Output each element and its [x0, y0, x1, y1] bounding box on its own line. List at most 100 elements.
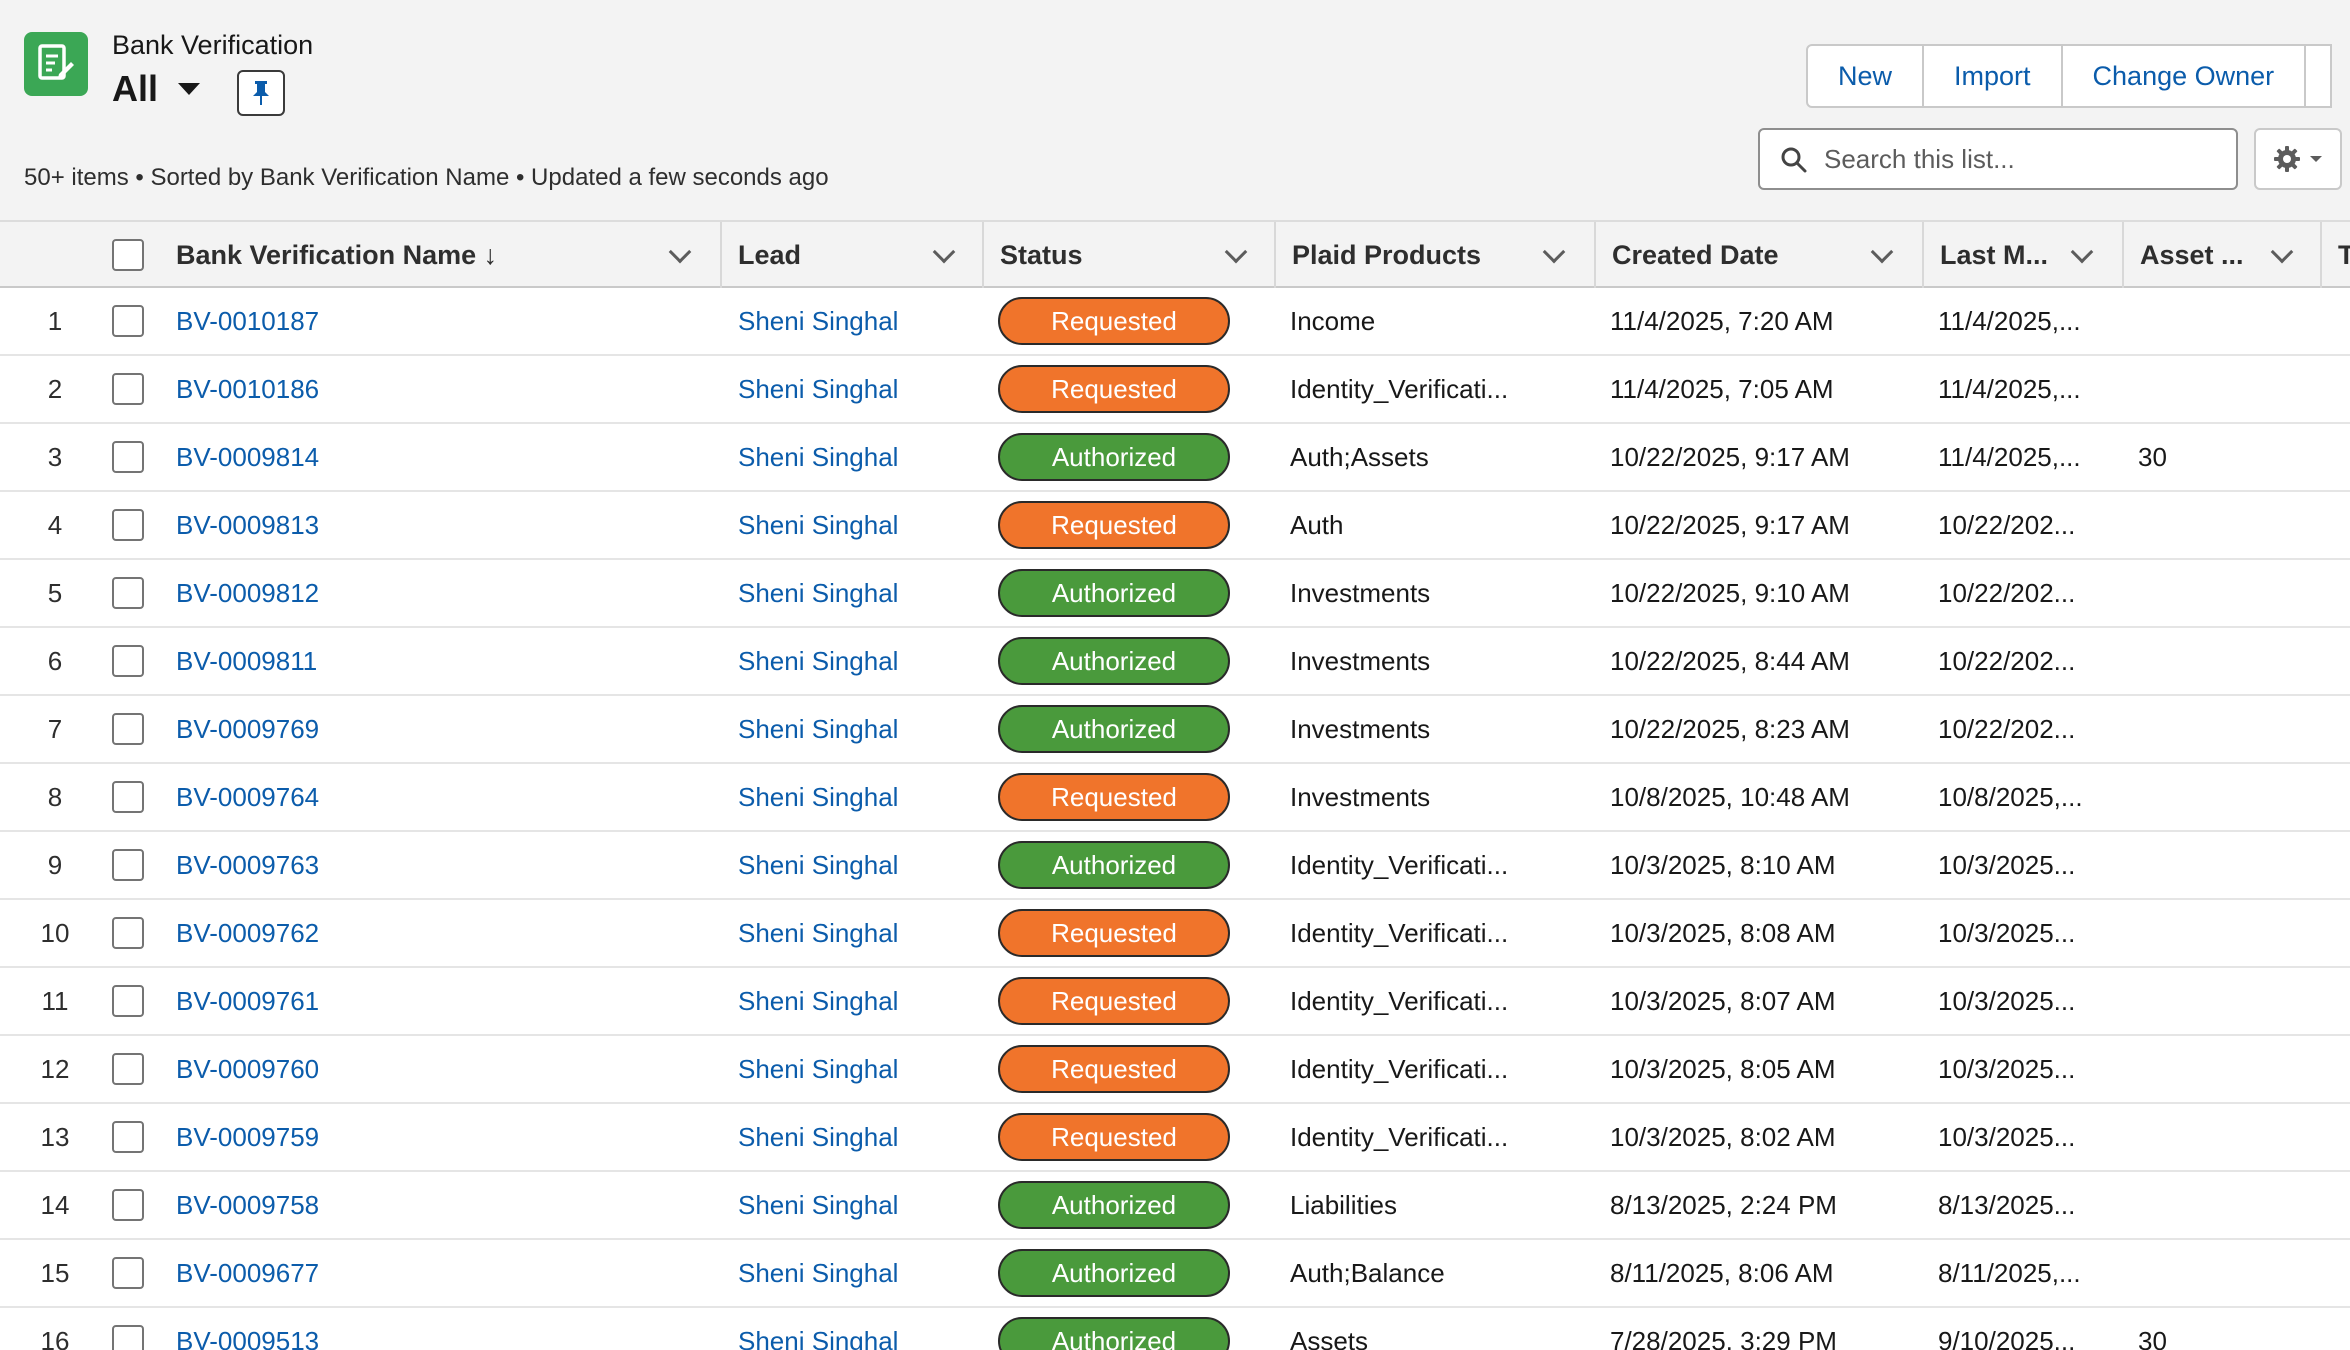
last-modified-cell: 10/3/2025...	[1938, 1121, 2076, 1152]
more-actions-button[interactable]	[2304, 44, 2333, 108]
row-checkbox[interactable]	[112, 577, 144, 609]
status-badge: Requested	[998, 501, 1230, 549]
status-badge: Authorized	[998, 433, 1230, 481]
row-checkbox[interactable]	[112, 1121, 144, 1153]
last-modified-cell: 10/8/2025,...	[1938, 781, 2083, 812]
row-checkbox[interactable]	[112, 985, 144, 1017]
lead-link[interactable]: Sheni Singhal	[738, 424, 978, 490]
row-select-cell	[112, 968, 144, 1034]
column-header-asset[interactable]: Asset ...	[2122, 222, 2320, 288]
list-view-selector[interactable]: All	[112, 68, 201, 110]
chevron-down-icon[interactable]	[1542, 240, 1566, 264]
select-all-checkbox[interactable]	[112, 239, 144, 271]
select-all-cell	[112, 238, 144, 272]
column-header-created-date[interactable]: Created Date	[1594, 222, 1922, 288]
row-checkbox[interactable]	[112, 1325, 144, 1350]
status-cell: Requested	[998, 356, 1258, 422]
pin-icon	[253, 81, 269, 105]
table-row: 11 BV-0009761 Sheni Singhal Requested Identi…	[0, 968, 2350, 1036]
last-modified-cell: 10/22/202...	[1938, 713, 2076, 744]
record-name-link[interactable]: BV-0010186	[176, 356, 716, 422]
lead-link[interactable]: Sheni Singhal	[738, 1308, 978, 1350]
row-checkbox[interactable]	[112, 781, 144, 813]
record-name-link[interactable]: BV-0009513	[176, 1308, 716, 1350]
record-name-link[interactable]: BV-0009814	[176, 424, 716, 490]
row-number: 10	[40, 917, 70, 948]
lead-link[interactable]: Sheni Singhal	[738, 696, 978, 762]
import-button[interactable]: Import	[1922, 44, 2063, 108]
status-badge: Requested	[998, 1113, 1230, 1161]
lead-link[interactable]: Sheni Singhal	[738, 288, 978, 354]
lead-link[interactable]: Sheni Singhal	[738, 968, 978, 1034]
row-checkbox[interactable]	[112, 441, 144, 473]
column-header-name[interactable]: Bank Verification Name ↓	[160, 222, 720, 288]
row-checkbox[interactable]	[112, 713, 144, 745]
lead-link[interactable]: Sheni Singhal	[738, 1172, 978, 1238]
chevron-down-icon[interactable]	[1224, 240, 1248, 264]
created-date-cell: 10/22/2025, 9:17 AM	[1610, 509, 1850, 540]
row-checkbox[interactable]	[112, 373, 144, 405]
record-name-link[interactable]: BV-0009677	[176, 1240, 716, 1306]
row-select-cell	[112, 900, 144, 966]
row-number: 16	[40, 1325, 70, 1350]
last-modified-cell: 10/3/2025...	[1938, 1053, 2076, 1084]
chevron-down-icon[interactable]	[2070, 240, 2094, 264]
record-name-link[interactable]: BV-0009763	[176, 832, 716, 898]
row-number: 2	[47, 373, 63, 404]
pin-list-view-button[interactable]	[237, 70, 285, 116]
row-checkbox[interactable]	[112, 849, 144, 881]
record-name-link[interactable]: BV-0009811	[176, 628, 716, 694]
lead-link[interactable]: Sheni Singhal	[738, 900, 978, 966]
action-button-group: New Import Change Owner	[1806, 44, 2333, 108]
row-checkbox[interactable]	[112, 1053, 144, 1085]
status-cell: Requested	[998, 492, 1258, 558]
column-header-extra[interactable]: T	[2320, 222, 2350, 288]
record-name-link[interactable]: BV-0009758	[176, 1172, 716, 1238]
asset-cell	[2138, 1172, 2318, 1238]
plaid-products-cell: Identity_Verificati...	[1290, 917, 1509, 948]
chevron-down-icon[interactable]	[932, 240, 956, 264]
row-number: 13	[40, 1121, 70, 1152]
lead-link[interactable]: Sheni Singhal	[738, 1240, 978, 1306]
chevron-down-icon[interactable]	[2270, 240, 2294, 264]
list-view-controls-button[interactable]	[2254, 128, 2342, 190]
column-header-lead[interactable]: Lead	[720, 222, 982, 288]
lead-link[interactable]: Sheni Singhal	[738, 832, 978, 898]
lead-link[interactable]: Sheni Singhal	[738, 764, 978, 830]
row-checkbox[interactable]	[112, 1257, 144, 1289]
table-row: 16 BV-0009513 Sheni Singhal Authorized Asset…	[0, 1308, 2350, 1350]
row-checkbox[interactable]	[112, 1189, 144, 1221]
record-name-link[interactable]: BV-0009813	[176, 492, 716, 558]
chevron-down-icon[interactable]	[1870, 240, 1894, 264]
column-header-plaid-products[interactable]: Plaid Products	[1274, 222, 1594, 288]
row-checkbox[interactable]	[112, 509, 144, 541]
lead-link[interactable]: Sheni Singhal	[738, 356, 978, 422]
record-name-link[interactable]: BV-0009761	[176, 968, 716, 1034]
record-name-link[interactable]: BV-0009812	[176, 560, 716, 626]
lead-link[interactable]: Sheni Singhal	[738, 560, 978, 626]
lead-link[interactable]: Sheni Singhal	[738, 1104, 978, 1170]
column-header-last-modified[interactable]: Last M...	[1922, 222, 2122, 288]
record-name-link[interactable]: BV-0009769	[176, 696, 716, 762]
record-name-link[interactable]: BV-0009759	[176, 1104, 716, 1170]
row-checkbox[interactable]	[112, 305, 144, 337]
new-button[interactable]: New	[1806, 44, 1925, 108]
chevron-down-icon[interactable]	[668, 240, 692, 264]
record-name-link[interactable]: BV-0010187	[176, 288, 716, 354]
lead-link[interactable]: Sheni Singhal	[738, 1036, 978, 1102]
lead-link[interactable]: Sheni Singhal	[738, 492, 978, 558]
table-row: 3 BV-0009814 Sheni Singhal Authorized Auth;A…	[0, 424, 2350, 492]
column-header-status[interactable]: Status	[982, 222, 1274, 288]
caret-down-icon[interactable]	[178, 83, 201, 95]
search-input[interactable]	[1824, 143, 2236, 175]
record-name-link[interactable]: BV-0009760	[176, 1036, 716, 1102]
record-name-link[interactable]: BV-0009764	[176, 764, 716, 830]
table-row: 9 BV-0009763 Sheni Singhal Authorized Identi…	[0, 832, 2350, 900]
row-checkbox[interactable]	[112, 645, 144, 677]
table-row: 13 BV-0009759 Sheni Singhal Requested Identi…	[0, 1104, 2350, 1172]
record-name-link[interactable]: BV-0009762	[176, 900, 716, 966]
row-checkbox[interactable]	[112, 917, 144, 949]
change-owner-button[interactable]: Change Owner	[2060, 44, 2307, 108]
lead-link[interactable]: Sheni Singhal	[738, 628, 978, 694]
search-list-box[interactable]	[1758, 128, 2238, 190]
